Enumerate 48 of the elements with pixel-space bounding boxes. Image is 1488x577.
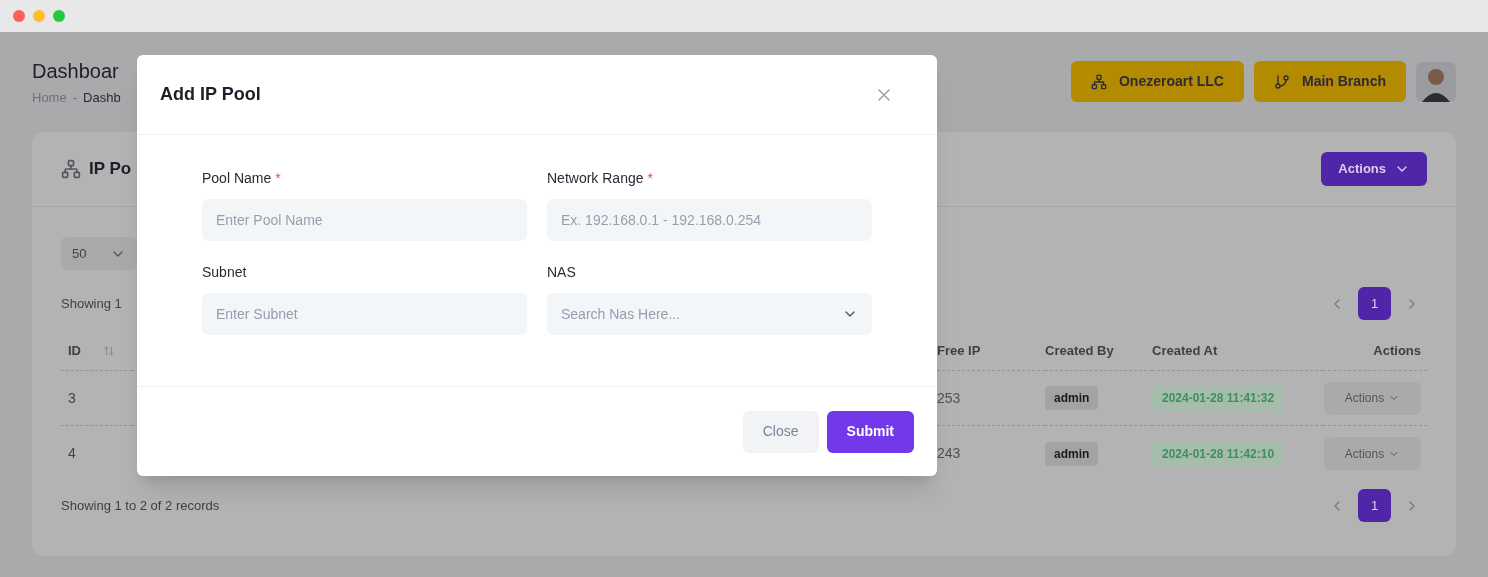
field-label: Pool Name xyxy=(202,169,272,188)
records-summary: Showing 1 to 2 of 2 records xyxy=(61,496,220,515)
date-tag: 2024-01-28 11:41:32 xyxy=(1152,385,1285,411)
field-label: NAS xyxy=(547,263,576,282)
input-field[interactable]: Enter Pool Name xyxy=(202,199,527,241)
network-icon xyxy=(61,159,81,179)
close-window-icon[interactable] xyxy=(13,10,25,22)
header-button[interactable]: Main Branch xyxy=(1254,61,1406,102)
date-tag: 2024-01-28 11:42:10 xyxy=(1152,440,1285,467)
table-cell-text: 243 xyxy=(937,444,961,463)
row-actions-button[interactable]: Actions xyxy=(1324,381,1421,415)
field-label: Network Range xyxy=(547,169,644,188)
header-button[interactable]: Onezeroart LLC xyxy=(1070,61,1244,102)
close-button[interactable]: Close xyxy=(742,410,819,453)
breadcrumb-separator: - xyxy=(72,89,78,107)
minimize-window-icon[interactable] xyxy=(33,10,45,22)
column-header[interactable]: Actions xyxy=(1373,340,1421,361)
page-title: Dashboar xyxy=(32,59,120,83)
actions-button[interactable]: Actions xyxy=(1321,152,1427,186)
table-cell-text: 4 xyxy=(68,444,76,463)
submit-button[interactable]: Submit xyxy=(826,410,914,453)
page-button[interactable]: 1 xyxy=(1358,287,1391,320)
records-summary: Showing 1 xyxy=(61,294,122,313)
row-actions-button[interactable]: Actions xyxy=(1324,437,1421,470)
user-tag: admin xyxy=(1045,386,1099,410)
table-cell-text: 3 xyxy=(68,388,76,408)
required-mark: * xyxy=(647,169,653,188)
maximize-window-icon[interactable] xyxy=(53,10,65,22)
column-header[interactable]: Created By xyxy=(1045,340,1114,361)
table-cell-text: 253 xyxy=(937,388,961,408)
sort-icon[interactable] xyxy=(103,344,115,357)
column-header[interactable]: ID xyxy=(68,340,81,361)
select-field[interactable]: Search Nas Here... xyxy=(547,293,872,335)
user-tag: admin xyxy=(1045,441,1099,466)
page-size-select[interactable]: 50 xyxy=(61,237,137,270)
column-header[interactable]: Free IP xyxy=(937,340,981,361)
avatar[interactable] xyxy=(1416,61,1456,102)
modal-title: Add IP Pool xyxy=(160,83,261,106)
network-icon xyxy=(1090,73,1107,90)
branch-icon xyxy=(1274,73,1290,90)
field-label: Subnet xyxy=(202,263,247,282)
card-title: IP Po xyxy=(89,158,132,181)
input-field[interactable]: Ex. 192.168.0.1 - 192.168.0.254 xyxy=(547,199,872,241)
column-header[interactable]: Created At xyxy=(1152,340,1218,361)
input-field[interactable]: Enter Subnet xyxy=(202,293,527,335)
breadcrumb-current: Dashb xyxy=(83,89,121,107)
required-mark: * xyxy=(275,169,281,188)
page-button[interactable]: 1 xyxy=(1358,489,1391,522)
